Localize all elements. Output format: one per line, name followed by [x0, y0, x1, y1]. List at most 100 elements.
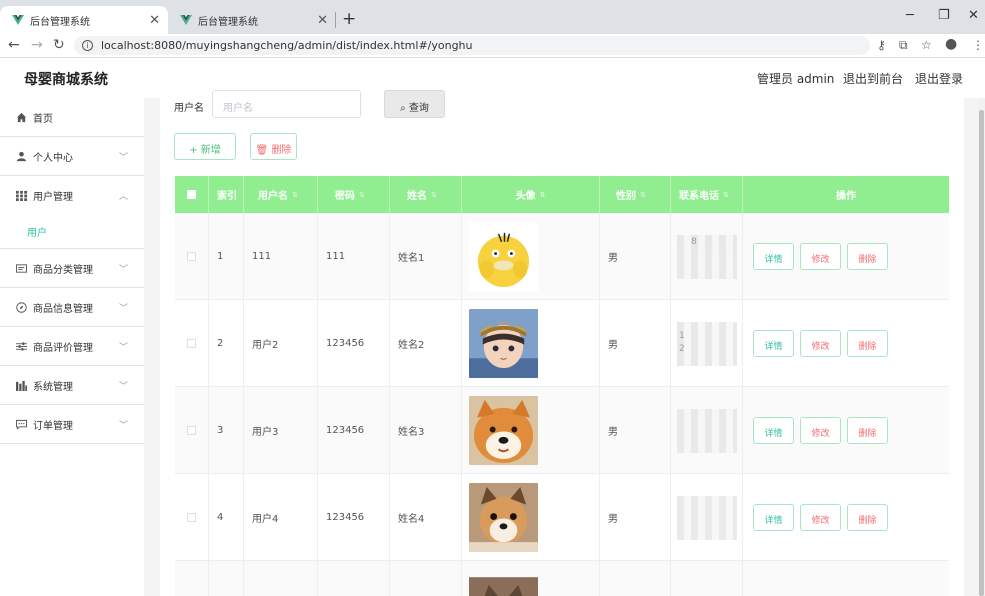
key-icon[interactable]: ⚷	[877, 38, 886, 52]
cell-actions: 详情 修改 删除	[743, 213, 949, 300]
header-phone[interactable]: 联系电话 ⇅	[671, 176, 743, 213]
cell-gender	[600, 561, 671, 596]
sidebar-item-review[interactable]: 商品评价管理 ﹀	[0, 327, 144, 366]
cell-name: 姓名2	[390, 300, 462, 387]
brand-title: 母婴商城系统	[24, 72, 108, 88]
window-close-icon[interactable]: ✕	[968, 8, 979, 23]
sidebar-item-profile[interactable]: 个人中心 ﹀	[0, 137, 144, 176]
chevron-down-icon: ﹀	[118, 382, 128, 392]
sort-icon[interactable]: ⇅	[723, 191, 729, 199]
cell-phone	[671, 561, 743, 596]
forward-arrow-icon[interactable]: →	[31, 37, 43, 53]
row-checkbox[interactable]	[187, 513, 196, 522]
cell-username: 用户3	[244, 387, 318, 474]
cell-gender: 男	[600, 300, 671, 387]
detail-button[interactable]: 详情	[753, 243, 794, 270]
header-username[interactable]: 用户名 ⇅	[244, 176, 318, 213]
row-select	[175, 561, 209, 596]
header-name[interactable]: 姓名 ⇅	[390, 176, 462, 213]
cell-index: 3	[209, 387, 244, 474]
chart-icon	[16, 380, 27, 391]
sort-icon[interactable]: ⇅	[359, 191, 365, 199]
edit-button[interactable]: 修改	[800, 243, 841, 270]
edit-button[interactable]: 修改	[800, 417, 841, 444]
star-icon[interactable]: ☆	[921, 38, 932, 52]
plus-icon: +	[189, 145, 198, 156]
header-password[interactable]: 密码 ⇅	[318, 176, 390, 213]
detail-button[interactable]: 详情	[753, 330, 794, 357]
trash-icon: 🗑	[255, 145, 269, 156]
header-label: 操作	[836, 191, 856, 202]
back-to-front-link[interactable]: 退出到前台	[843, 70, 903, 87]
sort-icon[interactable]: ⇅	[540, 191, 546, 199]
close-icon[interactable]: ✕	[149, 13, 160, 28]
edit-button[interactable]: 修改	[800, 504, 841, 531]
row-select[interactable]	[175, 474, 209, 561]
cell-index: 1	[209, 213, 244, 300]
vue-logo-icon	[12, 15, 24, 25]
row-checkbox[interactable]	[187, 252, 196, 261]
sort-icon[interactable]: ⇅	[640, 191, 646, 199]
row-checkbox[interactable]	[187, 339, 196, 348]
sidebar-item-category[interactable]: 商品分类管理 ﹀	[0, 249, 144, 288]
translate-icon[interactable]: ⧉	[899, 38, 908, 53]
close-icon[interactable]: ✕	[317, 13, 328, 28]
info-icon[interactable]: i	[82, 40, 93, 51]
username-search-input[interactable]: 用户名	[212, 90, 361, 118]
cell-username: 111	[244, 213, 318, 300]
content-panel: 用户名 用户名 ⌕ 查询 + 新增 🗑 删除 索引 用户名 ⇅ 密码 ⇅ 姓名 ⇅ 头…	[160, 90, 964, 596]
tab-title: 后台管理系统	[30, 16, 90, 28]
sidebar-item-system[interactable]: 系统管理 ﹀	[0, 366, 144, 405]
profile-avatar-icon[interactable]: ●	[945, 36, 957, 52]
row-select[interactable]	[175, 300, 209, 387]
row-select[interactable]	[175, 213, 209, 300]
header-label: 用户名	[258, 191, 288, 202]
back-arrow-icon[interactable]: ←	[8, 37, 20, 53]
sort-icon[interactable]: ⇅	[431, 191, 437, 199]
detail-button[interactable]: 详情	[753, 417, 794, 444]
browser-tab-1[interactable]: 后台管理系统 ✕	[0, 6, 168, 34]
avatar-image	[469, 396, 538, 465]
url-omnibox[interactable]: i localhost:8080/muyingshangcheng/admin/…	[74, 36, 870, 55]
chevron-down-icon: ﹀	[118, 265, 128, 275]
url-text: localhost:8080/muyingshangcheng/admin/di…	[101, 39, 473, 52]
restore-icon[interactable]: ❐	[938, 8, 950, 23]
header-select-all[interactable]	[175, 176, 209, 213]
detail-button[interactable]: 详情	[753, 504, 794, 531]
header-gender[interactable]: 性别 ⇅	[600, 176, 671, 213]
delete-row-button[interactable]: 删除	[847, 243, 888, 270]
sidebar-subitem-user[interactable]: 用户	[0, 215, 144, 249]
cell-username	[244, 561, 318, 596]
sidebar-item-orders[interactable]: 订单管理 ﹀	[0, 405, 144, 444]
row-select[interactable]	[175, 387, 209, 474]
page-scrollbar-thumb[interactable]	[979, 110, 984, 596]
header-label: 索引	[217, 191, 237, 202]
row-checkbox[interactable]	[187, 426, 196, 435]
header-avatar[interactable]: 头像 ⇅	[462, 176, 600, 213]
minimize-icon[interactable]: ─	[906, 8, 914, 23]
cell-phone: 1 2	[671, 300, 743, 387]
user-icon	[16, 151, 27, 162]
reload-icon[interactable]: ↻	[53, 37, 65, 53]
sidebar-item-product[interactable]: 商品信息管理 ﹀	[0, 288, 144, 327]
delete-row-button[interactable]: 删除	[847, 330, 888, 357]
sidebar-item-users[interactable]: 用户管理 ︿	[0, 176, 144, 215]
batch-delete-button[interactable]: 🗑 删除	[250, 133, 297, 160]
delete-row-button[interactable]: 删除	[847, 417, 888, 444]
new-tab-plus-icon[interactable]: +	[342, 9, 356, 29]
search-button[interactable]: ⌕ 查询	[384, 90, 445, 118]
avatar-image	[469, 222, 538, 291]
sidebar-item-label: 首页	[33, 113, 53, 125]
sidebar-item-home[interactable]: 首页	[0, 98, 144, 137]
sidebar-item-label: 商品信息管理	[33, 303, 93, 315]
more-menu-icon[interactable]: ⋮	[972, 38, 984, 52]
delete-row-button[interactable]: 删除	[847, 504, 888, 531]
cell-password	[318, 561, 390, 596]
edit-button[interactable]: 修改	[800, 330, 841, 357]
add-button[interactable]: + 新增	[174, 133, 236, 160]
logout-link[interactable]: 退出登录	[915, 70, 963, 87]
sliders-icon	[16, 341, 27, 352]
sort-icon[interactable]: ⇅	[292, 191, 298, 199]
select-all-checkbox[interactable]	[187, 190, 196, 199]
browser-tab-2[interactable]: 后台管理系统 ✕	[168, 6, 336, 34]
